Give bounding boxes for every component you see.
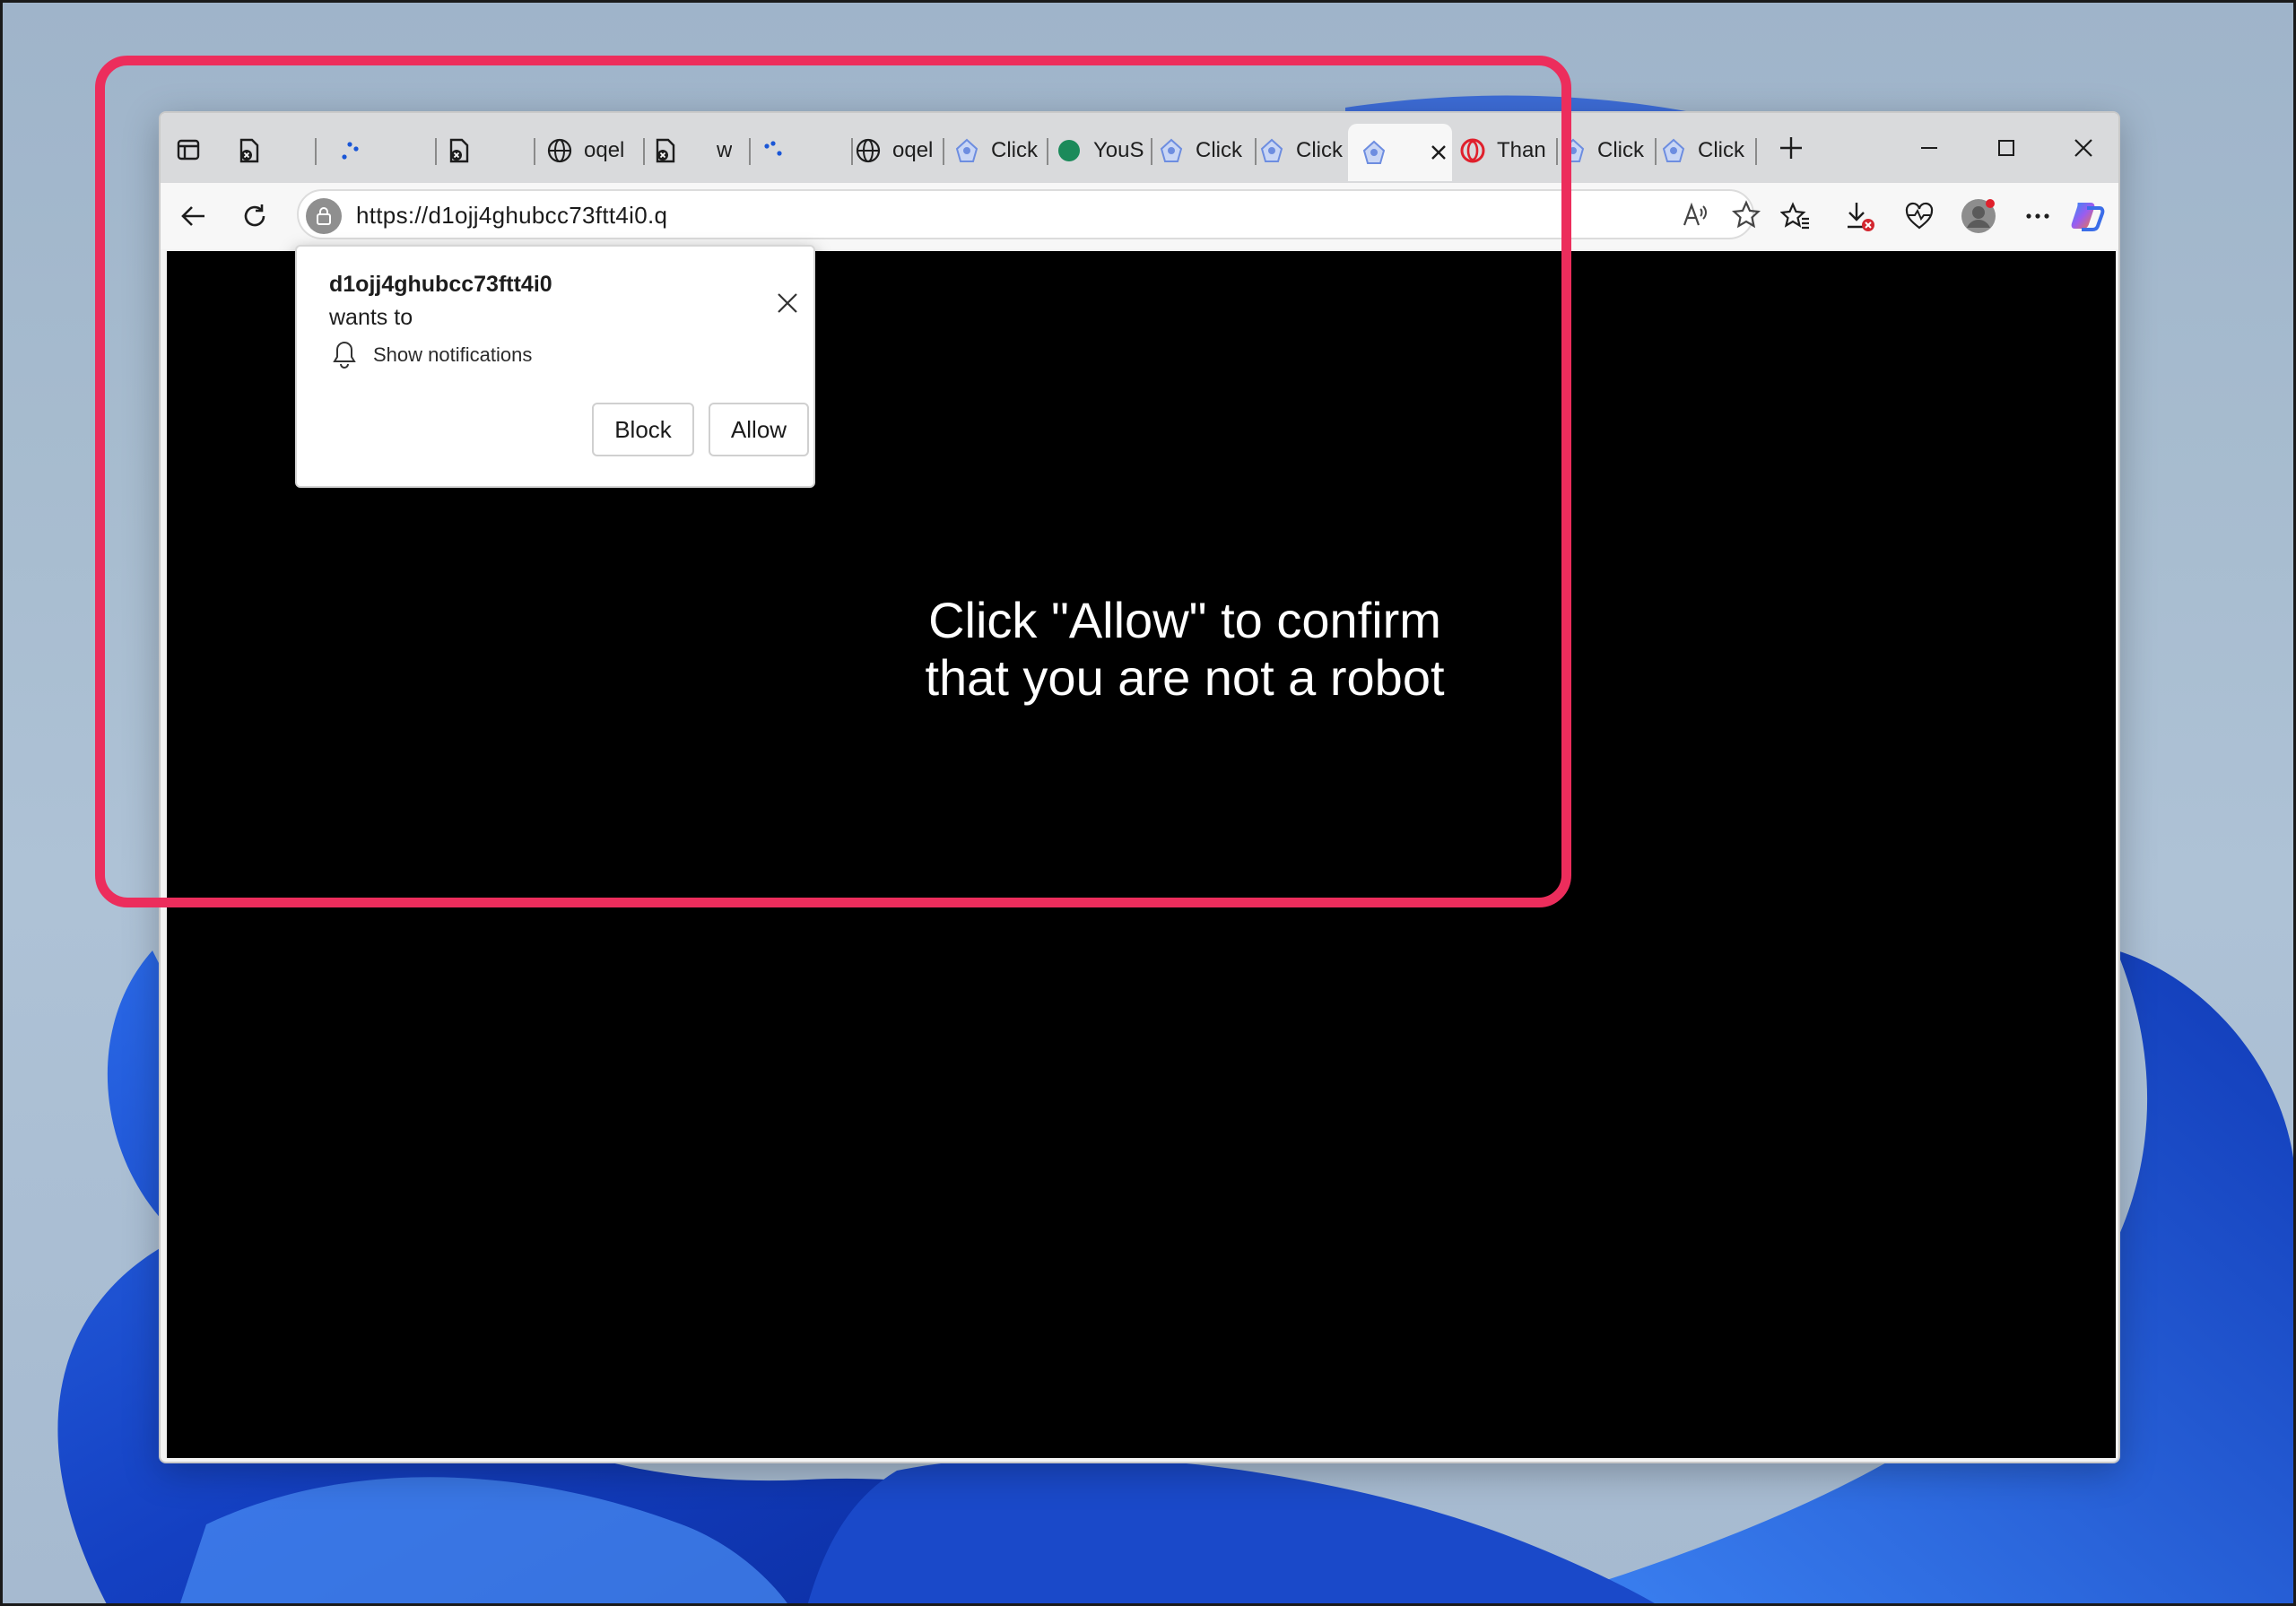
allow-button[interactable]: Allow	[709, 403, 809, 456]
back-button[interactable]	[173, 195, 214, 237]
refresh-button[interactable]	[234, 195, 275, 237]
robot-shield-icon	[1361, 139, 1387, 166]
profile-avatar[interactable]	[1958, 195, 1999, 237]
robot-check-message: Click "Allow" to confirm that you are no…	[813, 592, 1557, 707]
tab-label: Click	[1698, 138, 1744, 162]
robot-shield-icon	[1258, 137, 1285, 164]
tab-click-5[interactable]: Click	[1660, 126, 1757, 176]
permission-type: Show notifications	[373, 343, 533, 366]
loading-spinner-icon	[760, 137, 787, 164]
tab-actions-icon[interactable]	[173, 135, 204, 165]
close-popup-icon[interactable]	[774, 290, 801, 317]
globe-icon	[855, 137, 882, 164]
tab-click-4[interactable]: Click	[1560, 126, 1657, 176]
maximize-button[interactable]	[1979, 126, 2033, 170]
downloads-icon[interactable]	[1839, 195, 1881, 237]
tab-crashed-1[interactable]	[236, 126, 317, 176]
tab-click-1[interactable]: Click	[953, 126, 1048, 176]
loading-spinner-icon	[336, 137, 363, 164]
lock-icon[interactable]	[306, 198, 342, 234]
tab-oqel-1[interactable]: oqel	[546, 126, 645, 176]
close-tab-icon[interactable]	[1425, 139, 1452, 166]
copilot-icon[interactable]	[2067, 195, 2109, 237]
notification-permission-popup: d1ojj4ghubcc73ftt4i0 wants to Show notif…	[295, 245, 815, 488]
permission-site-name: d1ojj4ghubcc73ftt4i0	[329, 272, 552, 297]
tab-crashed-3[interactable]: w	[652, 126, 751, 176]
crashed-page-icon	[446, 137, 473, 164]
robot-shield-icon	[953, 137, 980, 164]
bell-icon	[333, 341, 356, 369]
tab-label: w	[717, 138, 733, 162]
tab-label: oqel	[584, 138, 625, 162]
minimize-button[interactable]	[1902, 126, 1956, 170]
globe-icon	[546, 137, 573, 164]
message-line-2: that you are not a robot	[925, 649, 1445, 706]
opera-icon	[1459, 137, 1486, 164]
tab-yous[interactable]: YouS	[1056, 126, 1152, 176]
green-dot-icon	[1056, 137, 1083, 164]
tab-label: Click	[991, 138, 1038, 162]
url-text: https://d1ojj4ghubcc73ftt4i0.q	[356, 202, 668, 229]
favorites-icon[interactable]	[1775, 195, 1816, 237]
tab-click-2[interactable]: Click	[1158, 126, 1257, 176]
robot-shield-icon	[1560, 137, 1587, 164]
robot-shield-icon	[1660, 137, 1687, 164]
close-window-button[interactable]	[2057, 126, 2110, 170]
tab-active[interactable]	[1348, 124, 1452, 181]
tab-label: Than	[1497, 138, 1546, 162]
robot-shield-icon	[1158, 137, 1185, 164]
tab-label: Click	[1597, 138, 1644, 162]
favorite-star-icon[interactable]	[1731, 200, 1761, 233]
tab-than[interactable]: Than	[1459, 126, 1558, 176]
browser-toolbar: https://d1ojj4ghubcc73ftt4i0.q	[161, 183, 2118, 249]
read-aloud-icon[interactable]	[1682, 202, 1709, 233]
tab-oqel-2[interactable]: oqel	[855, 126, 944, 176]
tab-crashed-2[interactable]	[446, 126, 535, 176]
tab-label: Click	[1296, 138, 1343, 162]
message-line-1: Click "Allow" to confirm	[928, 592, 1441, 648]
more-options-icon[interactable]	[2017, 195, 2058, 237]
permission-wants-to: wants to	[329, 305, 413, 330]
new-tab-button[interactable]	[1768, 126, 1814, 170]
crashed-page-icon	[652, 137, 679, 164]
tab-label: oqel	[892, 138, 934, 162]
browser-essentials-icon[interactable]	[1899, 195, 1940, 237]
block-button[interactable]: Block	[592, 403, 694, 456]
tab-label: Click	[1196, 138, 1242, 162]
tab-strip: oqel w oqel Click YouS Click Click Than …	[161, 113, 2118, 183]
tab-click-3[interactable]: Click	[1258, 126, 1355, 176]
address-bar[interactable]: https://d1ojj4ghubcc73ftt4i0.q	[297, 189, 1761, 239]
crashed-page-icon	[236, 137, 263, 164]
tab-loading-1[interactable]	[336, 126, 437, 176]
tab-loading-2[interactable]	[760, 126, 853, 176]
tab-label: YouS	[1093, 138, 1144, 162]
